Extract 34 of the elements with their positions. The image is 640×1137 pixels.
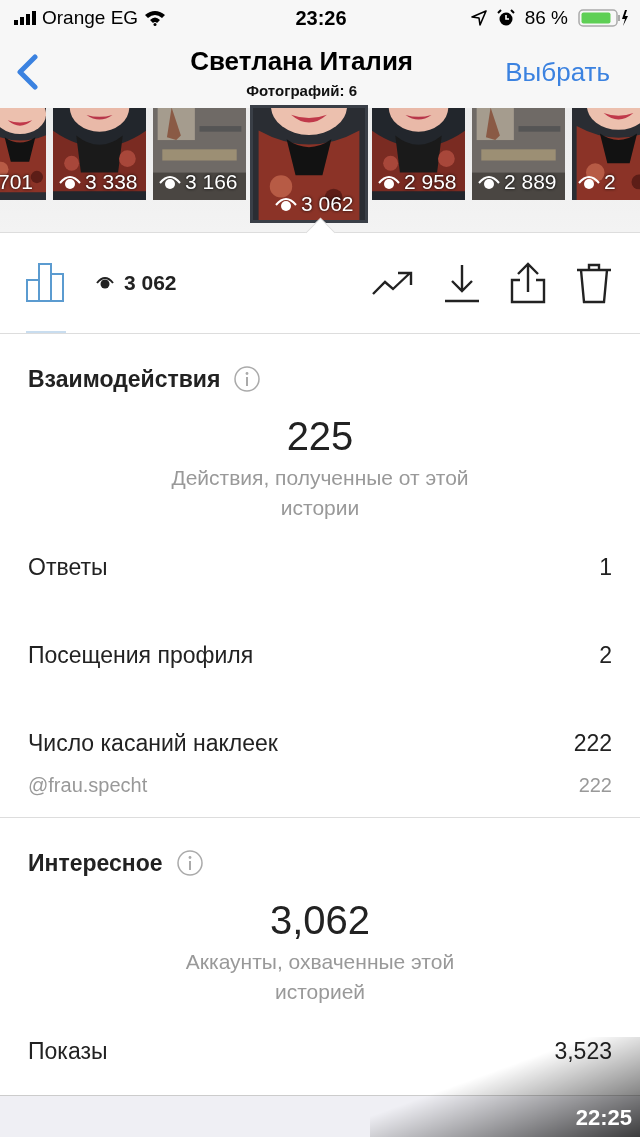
story-thumbnail[interactable]: 2 889	[472, 108, 565, 200]
metric-label: Число касаний наклеек	[28, 729, 278, 757]
total-caption: Аккаунты, охваченные этой историей	[184, 949, 456, 1005]
total-value: 225	[286, 414, 354, 459]
metric-value: 222	[578, 773, 612, 797]
story-thumbnail[interactable]: 3 338	[53, 108, 146, 200]
section-title: Взаимодействия	[28, 365, 221, 393]
metric-value: 3,523	[554, 1037, 612, 1065]
battery-percent: 86 %	[524, 7, 568, 29]
metric-label: @frau.specht	[28, 773, 148, 797]
view-count: 3 338	[85, 170, 138, 194]
nav-subtitle: Фотографий: 6	[246, 81, 357, 99]
timestamp: 22:25	[575, 1105, 632, 1131]
metric-value: 222	[573, 729, 612, 757]
story-thumbnail[interactable]: 2 958	[372, 108, 465, 200]
view-count: 3 062	[124, 271, 177, 295]
nav-title: Светлана Италия	[190, 45, 414, 77]
section-title: Интересное	[28, 849, 163, 877]
metric-value: 1	[599, 553, 612, 581]
view-count: 3 062	[301, 192, 354, 216]
select-button[interactable]: Выбрать	[505, 56, 626, 88]
metric-label: Ответы	[28, 553, 108, 581]
total-value: 3,062	[269, 898, 371, 943]
carrier-name: Orange EG	[42, 7, 139, 29]
clock: 23:26	[295, 6, 347, 30]
metric-label: Посещения профиля	[28, 641, 254, 669]
total-caption: Действия, полученные от этой истории	[170, 465, 470, 521]
view-count: 2 889	[504, 170, 557, 194]
metric-value: 2	[599, 641, 612, 669]
view-count: 3 166	[185, 170, 238, 194]
story-thumbnail[interactable]: 3 166	[153, 108, 246, 200]
view-count: 2 958	[404, 170, 457, 194]
view-count: 2	[604, 170, 616, 194]
metric-label: Показы	[28, 1037, 108, 1065]
